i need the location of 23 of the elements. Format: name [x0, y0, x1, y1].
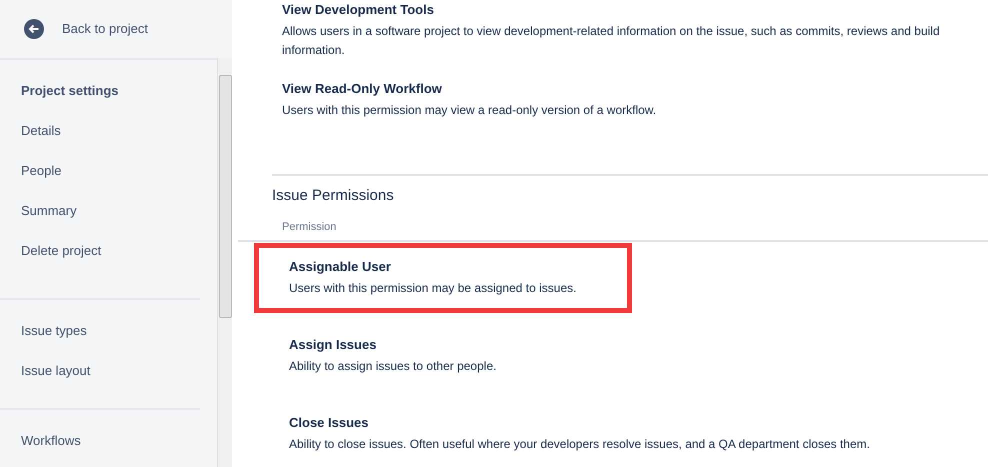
- permission-description: Users with this permission may be assigned to issues.: [289, 280, 578, 297]
- sidebar-item[interactable]: Workflows: [21, 430, 200, 467]
- sidebar-item[interactable]: Summary: [21, 200, 200, 240]
- permission-name: Assignable User: [289, 258, 392, 276]
- permission-name: View Development Tools: [282, 1, 435, 19]
- permission-name: Assign Issues: [289, 336, 378, 354]
- permission-description: Users with this permission may view a read-only version of a workflow.: [282, 102, 658, 119]
- permission-description: Allows users in a software project to view development-related information on the issue, such as commits, reviews and build information.: [282, 23, 941, 59]
- scrollbar-thumb[interactable]: [218, 75, 232, 318]
- sidebar-item[interactable]: Issue layout: [21, 360, 200, 400]
- section-title: Issue Permissions: [272, 186, 395, 206]
- sidebar-heading: Project settings: [21, 82, 120, 100]
- column-header: Permission: [281, 220, 338, 235]
- sidebar-item[interactable]: Details: [21, 120, 200, 160]
- permission-description: Ability to assign issues to other people.: [289, 358, 498, 375]
- sidebar-item[interactable]: Issue types: [21, 320, 200, 360]
- scrollbar[interactable]: [217, 58, 232, 467]
- permission-name: View Read-Only Workflow: [282, 80, 443, 98]
- permission-name: Close Issues: [289, 414, 370, 432]
- permission-description: Ability to close issues. Often useful where your developers resolve issues, and a QA department closes them.: [289, 436, 871, 453]
- sidebar-item[interactable]: People: [21, 160, 200, 200]
- back-to-project-link[interactable]: Back to project: [62, 19, 148, 39]
- sidebar-item[interactable]: Delete project: [21, 240, 200, 280]
